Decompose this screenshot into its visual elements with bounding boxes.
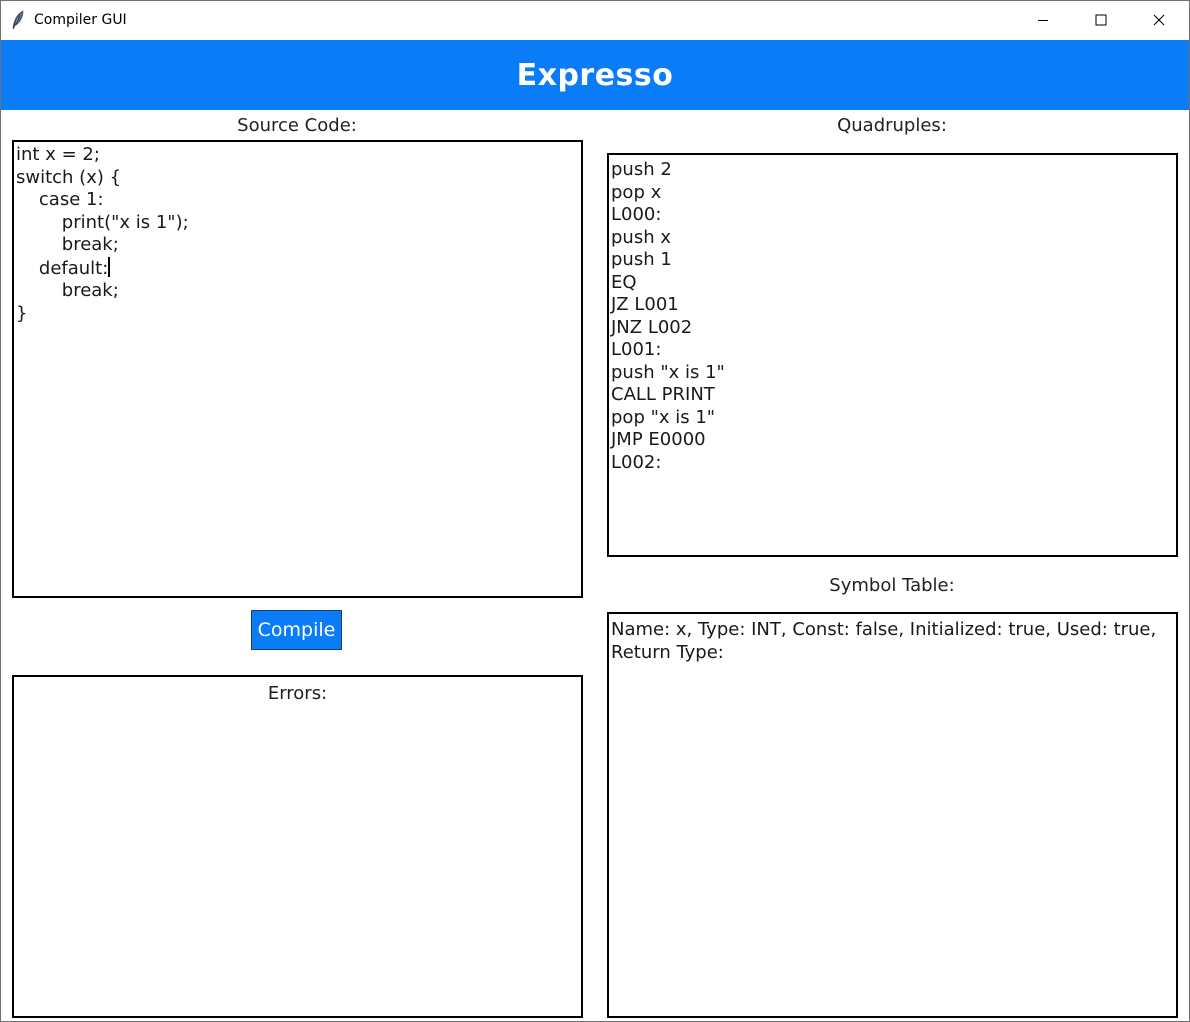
- title-bar[interactable]: Compiler GUI: [1, 1, 1189, 39]
- text-cursor: [108, 256, 111, 277]
- quadruple-line: push x: [611, 226, 671, 248]
- symbol-table-text: Name: x, Type: INT, Const: false, Initia…: [611, 619, 1162, 663]
- source-code-line: int x = 2;: [16, 144, 100, 165]
- source-code-line: case 1:: [16, 189, 104, 210]
- quadruple-line: pop x: [611, 181, 662, 203]
- close-button[interactable]: [1130, 1, 1188, 39]
- maximize-button[interactable]: [1072, 1, 1130, 39]
- source-code-line: print("x is 1");: [16, 211, 189, 233]
- symbol-table-panel[interactable]: Name: x, Type: INT, Const: false, Initia…: [607, 612, 1178, 1018]
- source-code-line: break;: [16, 234, 119, 255]
- quadruple-line: JNZ L002: [611, 316, 693, 338]
- quadruple-line: push 1: [611, 249, 672, 270]
- symbol-table-label: Symbol Table:: [829, 575, 955, 596]
- compiler-window: Compiler GUI Expresso Source Code: int x…: [0, 0, 1190, 1022]
- app-title: Expresso: [516, 57, 674, 93]
- quadruple-line: JMP E0000: [611, 429, 706, 450]
- quadruple-line: EQ: [611, 271, 637, 293]
- source-code-label: Source Code:: [237, 115, 357, 136]
- minimize-icon: [1038, 20, 1048, 21]
- quadruple-line: L000:: [611, 204, 662, 225]
- source-code-text[interactable]: int x = 2; switch (x) { case 1: print("x …: [14, 142, 581, 327]
- source-code-line: }: [16, 302, 28, 324]
- errors-label: Errors:: [267, 683, 328, 704]
- source-code-line: break;: [16, 280, 119, 301]
- quadruple-line: push 2: [611, 159, 672, 180]
- feather-icon: [11, 10, 25, 30]
- quadruples-text: push 2 pop x L000: push x push 1 EQ JZ L001 JNZ…: [609, 155, 1176, 476]
- quadruple-line: pop "x is 1": [611, 406, 716, 428]
- errors-panel[interactable]: Errors:: [12, 675, 583, 1018]
- quadruple-line: CALL PRINT: [611, 384, 715, 405]
- source-code-line: switch (x) {: [16, 166, 122, 188]
- quadruple-line: L001:: [611, 339, 662, 360]
- quadruple-line: push "x is 1": [611, 361, 725, 383]
- quadruples-label: Quadruples:: [837, 115, 947, 136]
- maximize-icon: [1095, 14, 1107, 26]
- app-header: Expresso: [1, 40, 1189, 110]
- quadruple-line: L002:: [611, 451, 662, 473]
- quadruple-line: JZ L001: [611, 294, 679, 315]
- close-icon: [1153, 14, 1165, 26]
- minimize-button[interactable]: [1014, 1, 1072, 39]
- source-code-line: default:: [16, 256, 111, 279]
- source-code-editor[interactable]: int x = 2; switch (x) { case 1: print("x …: [12, 140, 583, 598]
- quadruples-panel[interactable]: push 2 pop x L000: push x push 1 EQ JZ L001 JNZ…: [607, 153, 1178, 557]
- window-title: Compiler GUI: [34, 12, 127, 28]
- compile-button[interactable]: Compile: [251, 610, 342, 650]
